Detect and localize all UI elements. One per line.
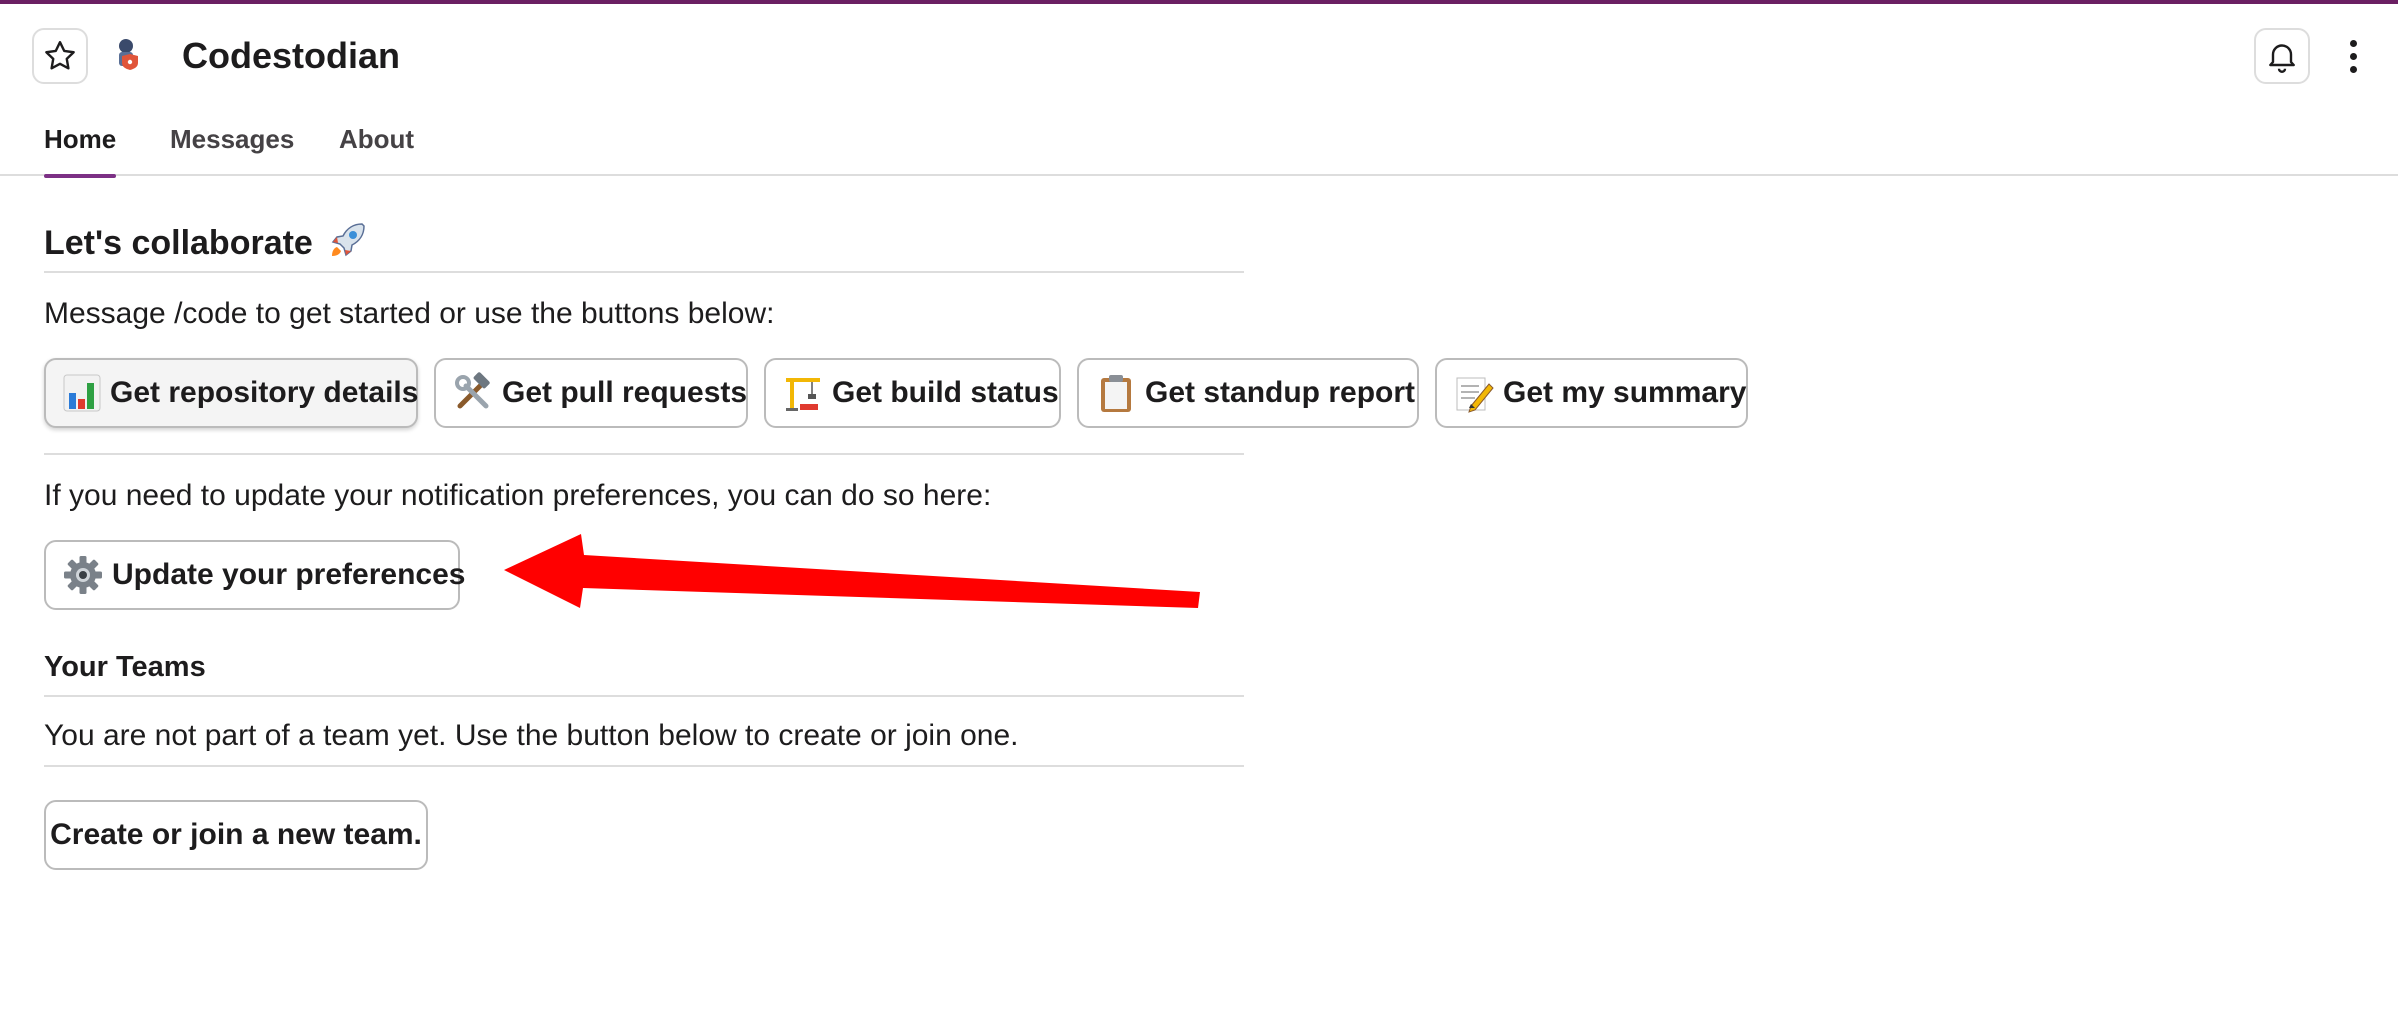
get-my-summary-button[interactable]: Get my summary	[1435, 358, 1748, 428]
notifications-button[interactable]	[2254, 28, 2310, 84]
app-header: Codestodian	[0, 4, 2398, 104]
divider	[44, 695, 1244, 697]
star-button[interactable]	[32, 28, 88, 84]
intro-text: Message /code to get started or use the …	[44, 297, 775, 330]
get-standup-report-button[interactable]: Get standup report	[1077, 358, 1419, 428]
page-title: Let's collaborate	[44, 218, 370, 265]
clipboard-icon	[1095, 372, 1137, 414]
star-icon	[45, 41, 75, 70]
construction-crane-icon	[782, 372, 824, 414]
teams-heading: Your Teams	[44, 651, 206, 683]
tab-home[interactable]: Home	[44, 124, 117, 178]
get-repository-details-button[interactable]: Get repository details	[44, 358, 418, 428]
hammer-wrench-icon	[452, 372, 494, 414]
tab-bar: Home Messages About	[0, 104, 2398, 178]
bar-chart-icon	[62, 372, 102, 414]
create-or-join-team-button[interactable]: Create or join a new team.	[44, 800, 428, 870]
gear-icon	[62, 554, 104, 596]
divider	[44, 765, 1244, 767]
custodian-logo-icon	[119, 39, 138, 70]
app-logo	[104, 32, 148, 76]
bell-icon	[2269, 44, 2295, 73]
tab-about[interactable]: About	[339, 124, 414, 176]
memo-icon	[1453, 372, 1495, 414]
update-preferences-button[interactable]: Update your preferences	[44, 540, 465, 610]
divider	[44, 453, 1244, 455]
rocket-icon	[332, 223, 366, 257]
get-pull-requests-button[interactable]: Get pull requests	[434, 358, 748, 428]
app-title: Codestodian	[182, 35, 401, 76]
tab-messages[interactable]: Messages	[170, 124, 294, 176]
divider	[44, 271, 1244, 273]
preferences-text: If you need to update your notification …	[44, 479, 992, 512]
get-build-status-button[interactable]: Get build status	[764, 358, 1061, 428]
more-options-icon[interactable]	[2338, 34, 2368, 78]
teams-text: You are not part of a team yet. Use the …	[44, 719, 1019, 752]
